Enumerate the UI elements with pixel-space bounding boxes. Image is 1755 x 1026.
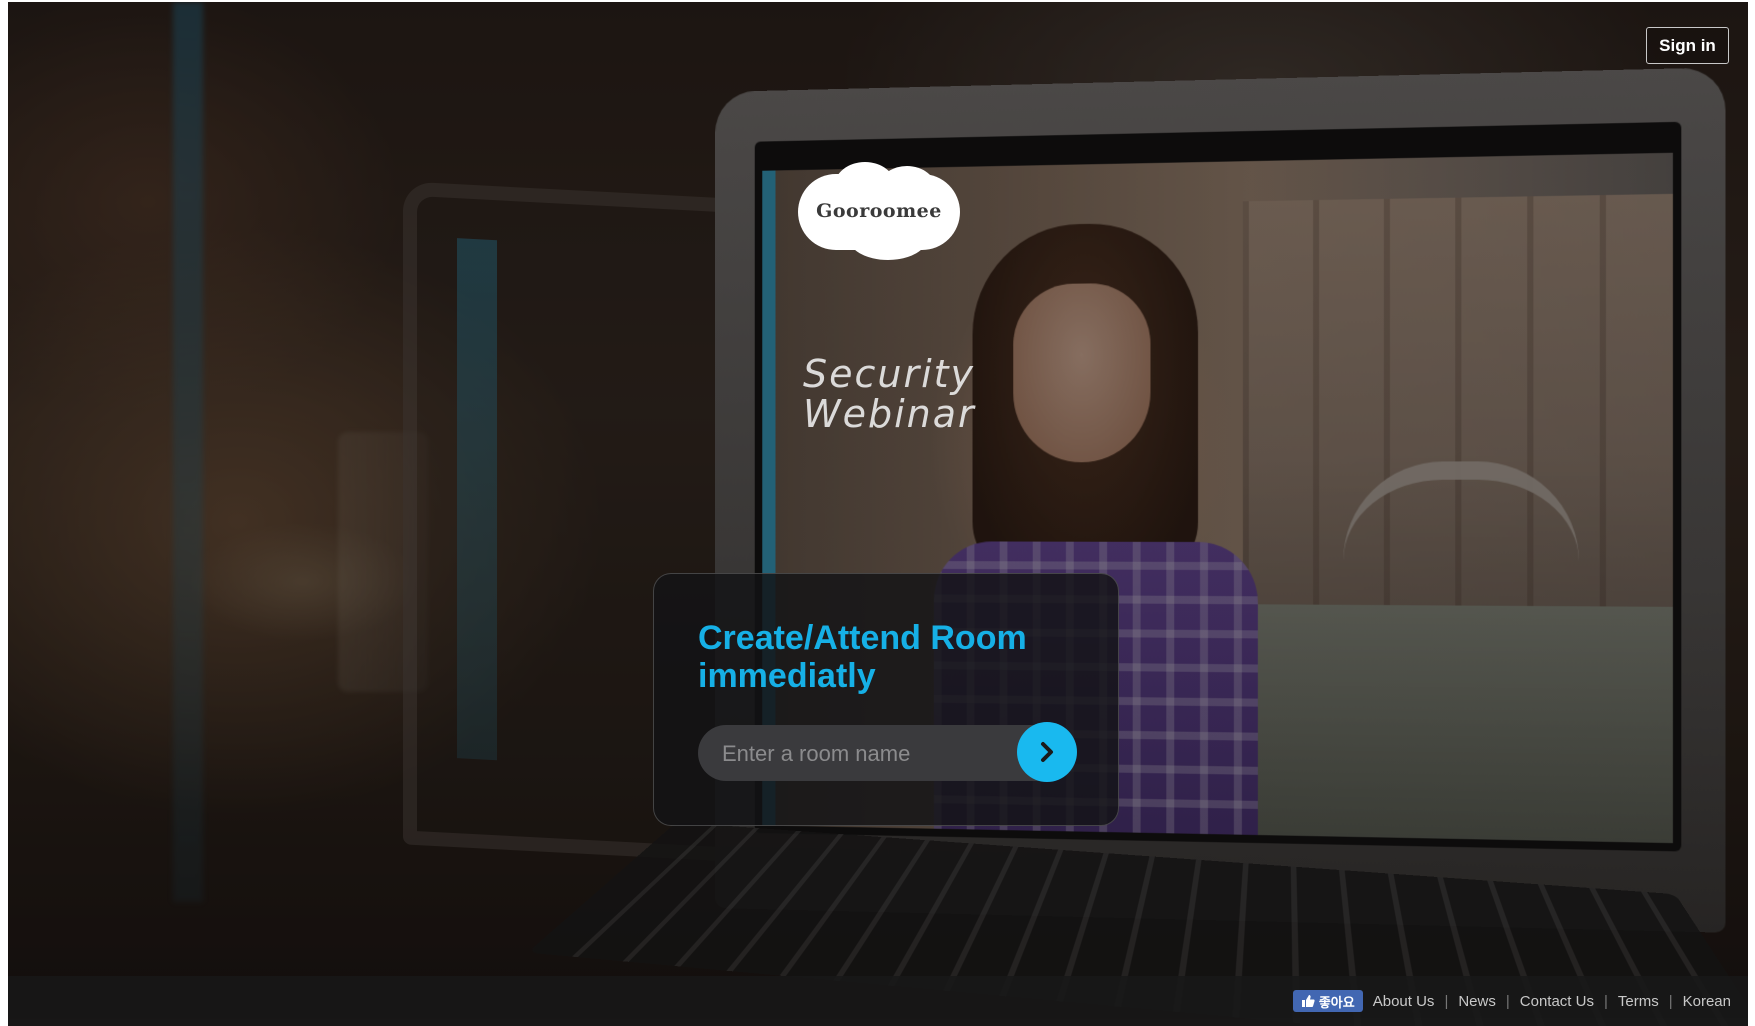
room-name-input[interactable] — [720, 725, 1024, 783]
webinar-label: Security Webinar — [803, 354, 976, 434]
footer-separator: | — [1668, 992, 1673, 1010]
footer-links: 좋아요 About Us | News | Contact Us | Terms… — [1292, 990, 1731, 1012]
footer-link-contact[interactable]: Contact Us — [1520, 993, 1594, 1010]
chevron-right-icon — [1041, 742, 1053, 762]
webinar-label-line2: Webinar — [803, 392, 976, 436]
footer-link-news[interactable]: News — [1458, 993, 1496, 1010]
gooroomee-logo[interactable]: Gooroomee — [798, 162, 960, 262]
footer-bar: 좋아요 About Us | News | Contact Us | Terms… — [8, 976, 1748, 1026]
sign-in-button[interactable]: Sign in — [1646, 27, 1729, 64]
room-card-title-line2: immediatly — [698, 657, 876, 695]
webinar-label-line1: Security — [803, 352, 976, 396]
thumbs-up-icon — [1301, 995, 1315, 1007]
room-card-title: Create/Attend Room immediatly — [698, 619, 1098, 695]
room-card: Create/Attend Room immediatly — [653, 573, 1119, 826]
footer-separator: | — [1505, 992, 1510, 1010]
landing-page: Gooroomee Security Webinar Sign in Creat… — [8, 2, 1748, 1026]
footer-link-language[interactable]: Korean — [1683, 993, 1731, 1010]
room-card-title-line1: Create/Attend Room — [698, 619, 1027, 657]
logo-text: Gooroomee — [816, 200, 942, 222]
footer-separator: | — [1444, 992, 1449, 1010]
footer-link-terms[interactable]: Terms — [1618, 993, 1659, 1010]
like-label: 좋아요 — [1318, 994, 1355, 1010]
footer-link-about[interactable]: About Us — [1373, 993, 1435, 1010]
enter-room-button[interactable] — [1017, 722, 1077, 782]
background-dim-overlay — [8, 2, 1748, 1026]
footer-separator: | — [1603, 992, 1608, 1010]
facebook-like-button[interactable]: 좋아요 — [1292, 990, 1363, 1012]
